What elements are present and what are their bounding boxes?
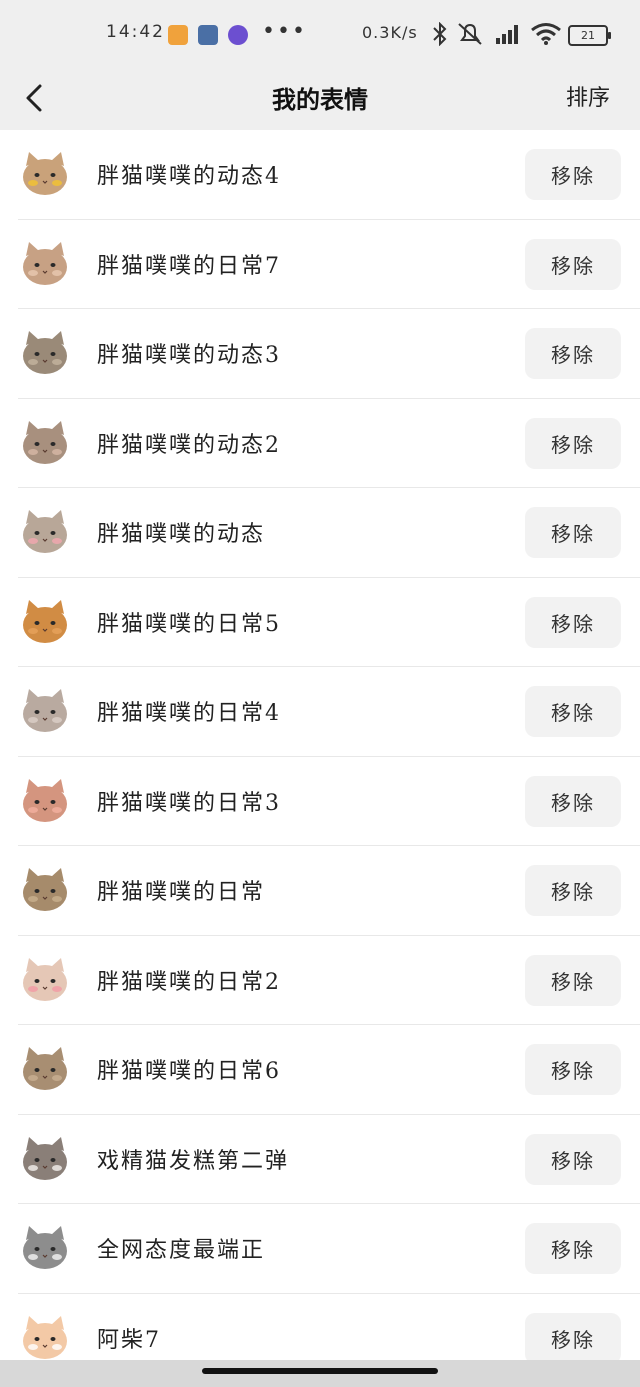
list-item[interactable]: 胖猫噗噗的动态3 移除 bbox=[0, 309, 640, 399]
signal-strength-icon bbox=[496, 25, 518, 44]
remove-button[interactable]: 移除 bbox=[525, 417, 621, 469]
remove-button[interactable]: 移除 bbox=[525, 686, 621, 737]
home-indicator[interactable] bbox=[202, 1368, 438, 1374]
status-bar: 14:42 ••• 0.3K/s 21 bbox=[0, 0, 640, 66]
sticker-thumbnail bbox=[23, 420, 67, 464]
list-item[interactable]: 胖猫噗噗的日常3 移除 bbox=[0, 757, 640, 847]
settings-app-icon bbox=[198, 25, 218, 45]
sticker-title: 胖猫噗噗的动态 bbox=[97, 522, 266, 547]
sticker-thumbnail bbox=[23, 778, 67, 822]
remove-button[interactable]: 移除 bbox=[525, 328, 621, 379]
sticker-thumbnail bbox=[23, 1047, 67, 1090]
sticker-title: 胖猫噗噗的动态2 bbox=[97, 432, 281, 458]
sticker-title: 阿柴7 bbox=[97, 1327, 161, 1353]
sticker-thumbnail bbox=[23, 957, 67, 1001]
remove-button[interactable]: 移除 bbox=[525, 1133, 621, 1185]
list-item[interactable]: 胖猫噗噗的日常6 移除 bbox=[0, 1025, 640, 1115]
list-item[interactable]: 胖猫噗噗的日常4 移除 bbox=[0, 667, 640, 757]
sticker-thumbnail bbox=[23, 331, 67, 374]
list-item[interactable]: 全网态度最端正 移除 bbox=[0, 1204, 640, 1294]
list-item[interactable]: 胖猫噗噗的动态2 移除 bbox=[0, 399, 640, 489]
remove-button[interactable]: 移除 bbox=[525, 775, 621, 827]
page-title: 我的表情 bbox=[272, 85, 368, 114]
sticker-title: 胖猫噗噗的日常7 bbox=[97, 253, 281, 279]
remove-button[interactable]: 移除 bbox=[525, 865, 621, 916]
remove-button[interactable]: 移除 bbox=[525, 596, 621, 648]
remove-button[interactable]: 移除 bbox=[525, 507, 621, 558]
list-item[interactable]: 胖猫噗噗的日常5 移除 bbox=[0, 578, 640, 668]
sticker-thumbnail bbox=[23, 1315, 67, 1359]
sticker-thumbnail bbox=[23, 510, 67, 553]
remove-button[interactable]: 移除 bbox=[525, 1044, 621, 1095]
sticker-list: 胖猫噗噗的动态4 移除 胖猫噗噗的日常7 移除 胖猫噗噗的动态3 移除 胖猫噗噗的动态2 移除… bbox=[0, 130, 640, 1383]
sticker-title: 戏精猫发糕第二弹 bbox=[97, 1148, 290, 1174]
battery-indicator: 21 bbox=[568, 25, 611, 46]
more-notifications-icon: ••• bbox=[262, 19, 307, 44]
remove-button[interactable]: 移除 bbox=[525, 1223, 621, 1274]
network-speed: 0.3K/s bbox=[362, 23, 418, 42]
remove-button[interactable]: 移除 bbox=[525, 954, 621, 1006]
notification-app-icon bbox=[168, 25, 188, 45]
sticker-thumbnail bbox=[23, 152, 67, 195]
list-item[interactable]: 戏精猫发糕第二弹 移除 bbox=[0, 1115, 640, 1205]
sticker-thumbnail bbox=[23, 689, 67, 732]
sticker-title: 胖猫噗噗的日常5 bbox=[97, 611, 281, 637]
sticker-title: 胖猫噗噗的日常 bbox=[97, 880, 266, 905]
bluetooth-icon bbox=[433, 22, 447, 46]
camera-app-icon bbox=[228, 25, 248, 45]
sticker-thumbnail bbox=[23, 241, 67, 285]
sticker-title: 胖猫噗噗的动态3 bbox=[97, 343, 281, 368]
list-item[interactable]: 胖猫噗噗的动态4 移除 bbox=[0, 130, 640, 220]
list-item[interactable]: 胖猫噗噗的动态 移除 bbox=[0, 488, 640, 578]
list-item[interactable]: 胖猫噗噗的日常7 移除 bbox=[0, 220, 640, 310]
sticker-title: 胖猫噗噗的日常2 bbox=[97, 969, 281, 995]
remove-button[interactable]: 移除 bbox=[525, 1312, 621, 1364]
remove-button[interactable]: 移除 bbox=[525, 238, 621, 290]
list-item[interactable]: 胖猫噗噗的日常2 移除 bbox=[0, 936, 640, 1026]
sticker-title: 胖猫噗噗的动态4 bbox=[97, 164, 281, 189]
mute-bell-icon bbox=[458, 23, 482, 45]
nav-bar: 我的表情 排序 bbox=[0, 66, 640, 130]
bottom-bar bbox=[0, 1360, 640, 1387]
sort-button[interactable]: 排序 bbox=[566, 80, 610, 112]
sticker-title: 胖猫噗噗的日常3 bbox=[97, 790, 281, 816]
sticker-title: 全网态度最端正 bbox=[97, 1238, 266, 1263]
wifi-icon bbox=[531, 23, 561, 45]
sticker-title: 胖猫噗噗的日常6 bbox=[97, 1059, 281, 1084]
sticker-thumbnail bbox=[23, 599, 67, 643]
status-time: 14:42 bbox=[106, 22, 165, 42]
remove-button[interactable]: 移除 bbox=[525, 149, 621, 200]
sticker-thumbnail bbox=[23, 1226, 67, 1269]
list-item[interactable]: 胖猫噗噗的日常 移除 bbox=[0, 846, 640, 936]
sticker-title: 胖猫噗噗的日常4 bbox=[97, 701, 281, 726]
sticker-thumbnail bbox=[23, 1136, 67, 1180]
sticker-thumbnail bbox=[23, 868, 67, 911]
